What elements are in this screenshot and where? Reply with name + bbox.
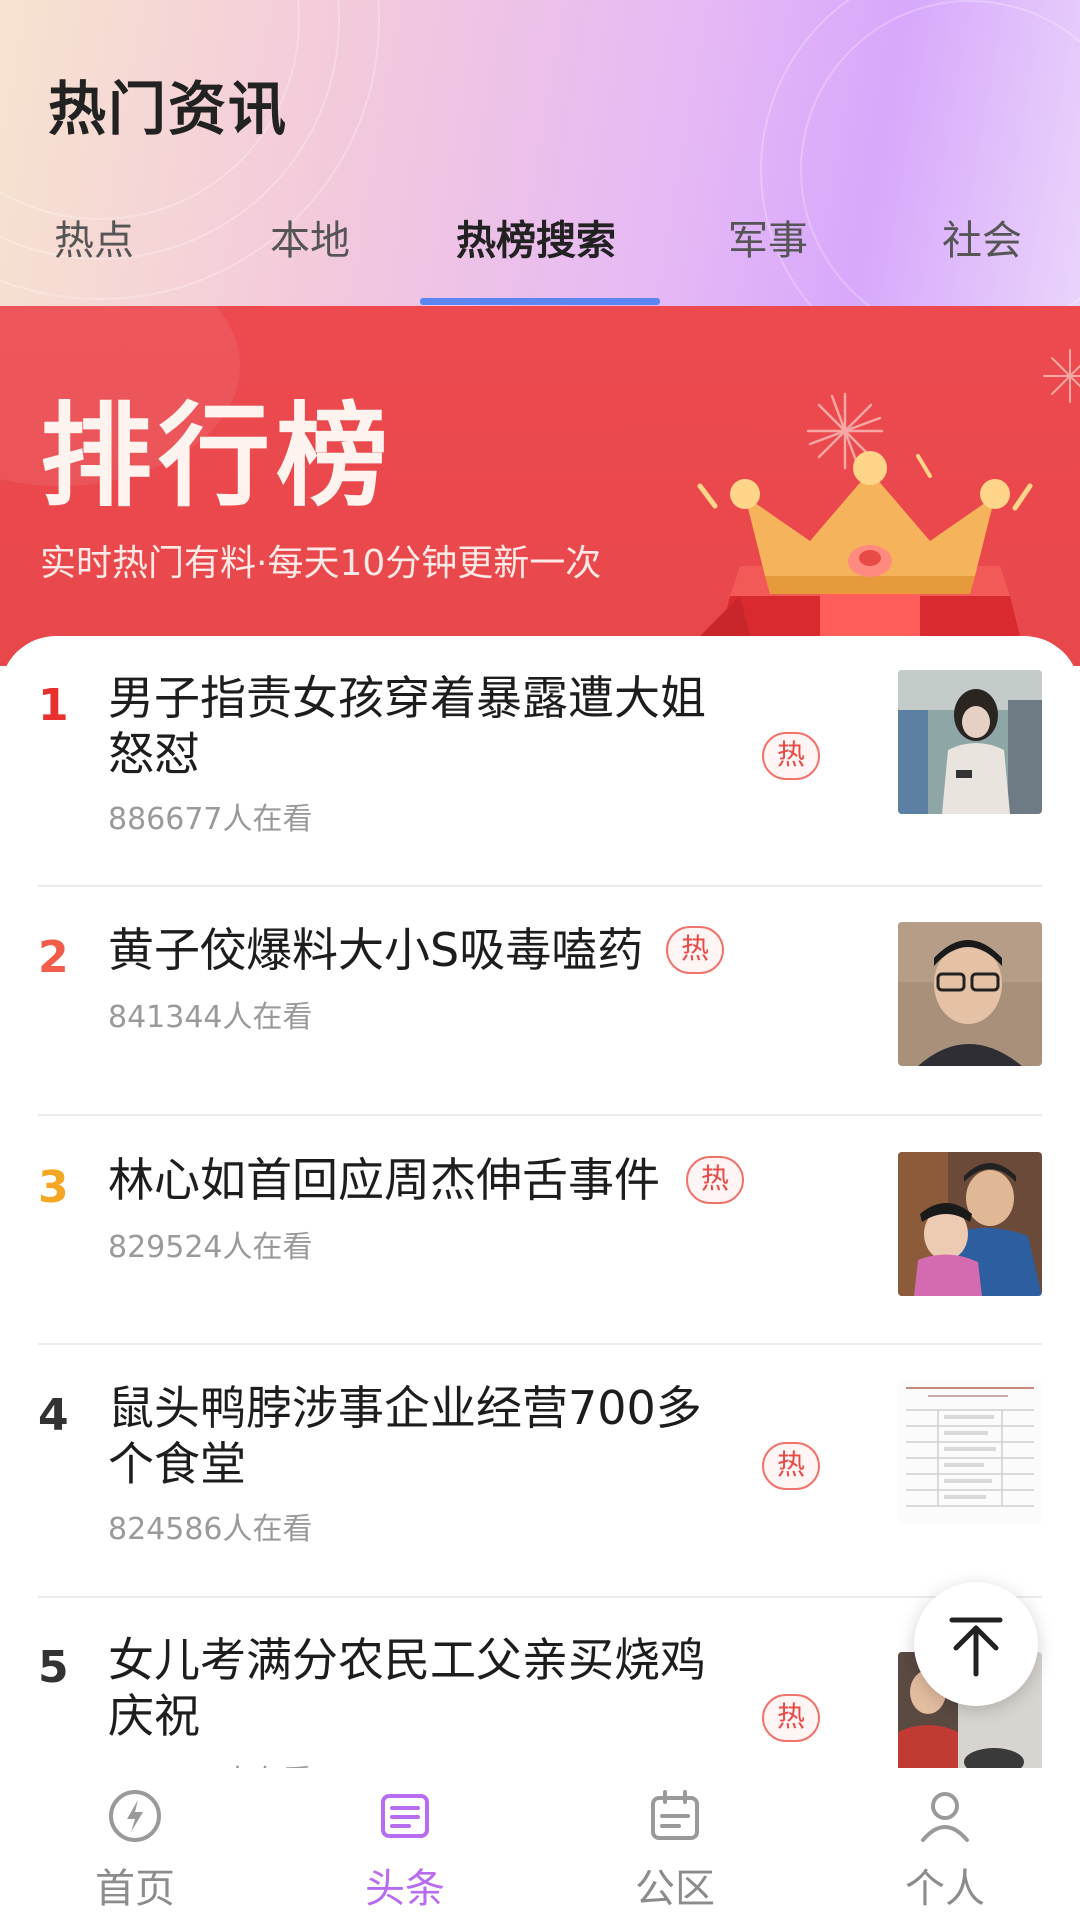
news-icon	[381, 1794, 429, 1838]
item-title: 鼠头鸭脖涉事企业经营700多 个食堂	[108, 1380, 702, 1492]
hot-badge: 热	[762, 1694, 820, 1742]
rank-number: 5	[38, 1642, 69, 1693]
hot-badge: 热	[686, 1156, 744, 1204]
nav-label: 个人	[905, 1866, 985, 1912]
header: 热门资讯 热点 本地 热榜搜索 军事 社会	[0, 0, 1080, 306]
divider	[38, 1596, 1042, 1598]
nav-home[interactable]: 首页	[0, 1768, 270, 1920]
viewer-count: 824586人在看	[108, 1512, 313, 1547]
tab-society[interactable]: 社会	[942, 208, 1022, 266]
title-line: 林心如首回应周杰伸舌事件	[108, 1153, 660, 1207]
news-thumbnail[interactable]	[898, 1152, 1042, 1296]
ranking-banner: 排行榜 实时热门有料·每天10分钟更新一次	[0, 306, 1080, 666]
tab-military[interactable]: 军事	[728, 208, 808, 266]
news-thumbnail[interactable]	[898, 1380, 1042, 1524]
news-thumbnail[interactable]	[898, 670, 1042, 814]
title-line: 个食堂	[108, 1437, 246, 1491]
arrow-up-icon	[949, 1617, 1003, 1677]
news-thumbnail[interactable]	[898, 922, 1042, 1066]
item-title: 男子指责女孩穿着暴露遭大姐 怒怼	[108, 670, 706, 782]
tab-local[interactable]: 本地	[270, 208, 350, 266]
title-line: 鼠头鸭脖涉事企业经营700多	[108, 1381, 702, 1435]
nav-profile[interactable]: 个人	[810, 1768, 1080, 1920]
item-title: 女儿考满分农民工父亲买烧鸡 庆祝	[108, 1632, 706, 1744]
crown-gift-icon	[690, 451, 1033, 666]
lightning-icon	[109, 1790, 161, 1842]
tab-bar: 热点 本地 热榜搜索 军事 社会	[0, 200, 1080, 306]
person-icon	[921, 1792, 969, 1842]
hot-badge: 热	[666, 926, 724, 974]
nav-headlines[interactable]: 头条	[270, 1768, 540, 1920]
back-to-top-button[interactable]	[914, 1582, 1038, 1706]
banner-subtitle: 实时热门有料·每天10分钟更新一次	[40, 543, 602, 584]
hot-badge: 热	[762, 1442, 820, 1490]
item-title: 黄子佼爆料大小S吸毒嗑药	[108, 922, 643, 978]
divider	[38, 1114, 1042, 1116]
title-line: 黄子佼爆料大小S吸毒嗑药	[108, 923, 644, 977]
list-item[interactable]: 4 鼠头鸭脖涉事企业经营700多 个食堂 热 824586人在看	[0, 1380, 1080, 1547]
nav-label: 公区	[635, 1866, 715, 1912]
title-line: 怒怼	[108, 727, 200, 781]
hot-badge: 热	[762, 732, 820, 780]
tab-hotspot[interactable]: 热点	[54, 208, 134, 266]
divider	[38, 1343, 1042, 1345]
divider	[38, 885, 1042, 887]
viewer-count: 841344人在看	[108, 1000, 313, 1035]
title-line: 庆祝	[108, 1689, 200, 1743]
tab-hot-search[interactable]: 热榜搜索	[456, 208, 616, 266]
rank-number: 3	[38, 1162, 69, 1213]
list-item[interactable]: 3 林心如首回应周杰伸舌事件 热 829524人在看	[0, 1152, 1080, 1302]
rank-number: 2	[38, 932, 69, 983]
calendar-icon	[651, 1790, 699, 1840]
list-item[interactable]: 2 黄子佼爆料大小S吸毒嗑药 热 841344人在看	[0, 922, 1080, 1072]
banner-title: 排行榜	[40, 392, 394, 522]
list-item[interactable]: 1 男子指责女孩穿着暴露遭大姐 怒怼 热 886677人在看	[0, 670, 1080, 837]
nav-public[interactable]: 公区	[540, 1768, 810, 1920]
rank-number: 1	[38, 680, 69, 731]
title-line: 女儿考满分农民工父亲买烧鸡	[108, 1633, 706, 1687]
viewer-count: 886677人在看	[108, 802, 313, 837]
firework-icon	[1043, 349, 1080, 403]
viewer-count: 829524人在看	[108, 1230, 313, 1265]
title-line: 男子指责女孩穿着暴露遭大姐	[108, 671, 706, 725]
bottom-nav: 首页 头条 公区 个人	[0, 1768, 1080, 1920]
item-title: 林心如首回应周杰伸舌事件	[108, 1152, 660, 1208]
nav-label: 首页	[95, 1866, 175, 1912]
nav-label: 头条	[365, 1866, 445, 1912]
page-title: 热门资讯	[48, 75, 289, 143]
active-tab-indicator	[420, 298, 660, 305]
rank-number: 4	[38, 1390, 69, 1441]
